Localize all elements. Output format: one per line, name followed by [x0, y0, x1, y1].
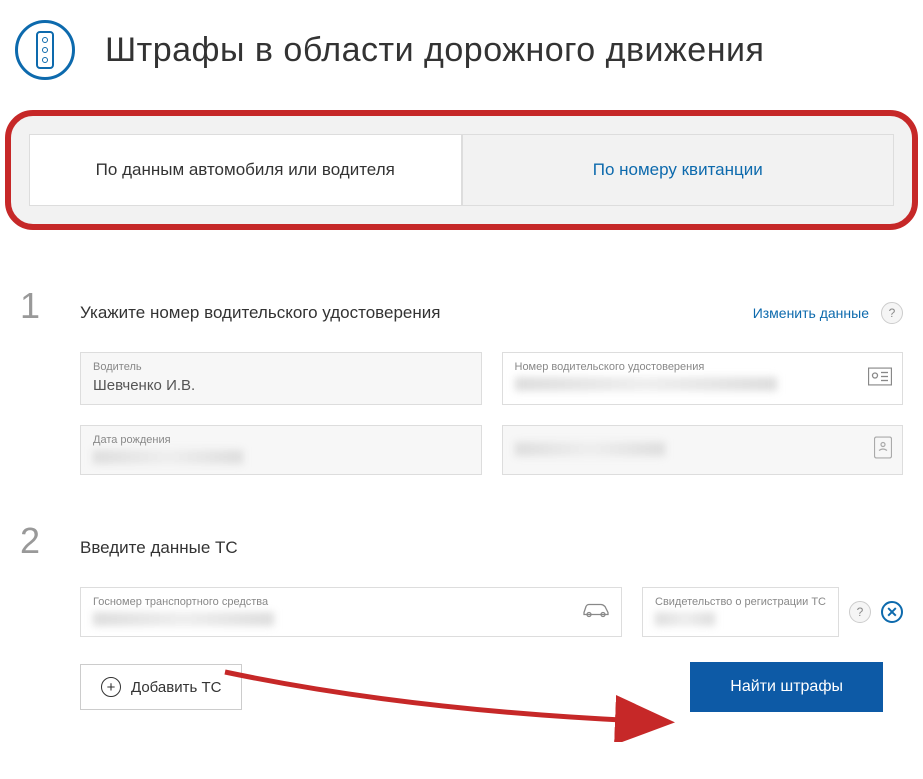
dob-value-blurred — [93, 450, 243, 464]
step2-title: Введите данные ТС — [80, 538, 903, 558]
tabs-container: По данным автомобиля или водителя По ном… — [29, 134, 894, 206]
tabs-highlight-frame: По данным автомобиля или водителя По ном… — [5, 110, 918, 230]
car-icon — [581, 602, 611, 623]
step1-section: 1 Укажите номер водительского удостовере… — [0, 270, 923, 505]
remove-vehicle-icon[interactable]: ✕ — [881, 601, 903, 623]
page-header: Штрафы в области дорожного движения — [0, 0, 923, 110]
cert-label: Свидетельство о регистрации ТС — [655, 596, 826, 608]
traffic-light-icon — [15, 20, 75, 80]
cert-field[interactable]: Свидетельство о регистрации ТС — [642, 587, 839, 637]
dob-label: Дата рождения — [93, 434, 469, 446]
extra-value-blurred — [515, 442, 665, 456]
tab-by-vehicle[interactable]: По данным автомобиля или водителя — [29, 134, 462, 206]
id-card-icon — [868, 367, 892, 390]
driver-label: Водитель — [93, 361, 469, 373]
step2-section: 2 Введите данные ТС Госномер транспортно… — [0, 505, 923, 722]
plate-label: Госномер транспортного средства — [93, 596, 609, 608]
plate-value-blurred — [93, 612, 274, 626]
cert-help-icon[interactable]: ? — [849, 601, 871, 623]
change-data-link[interactable]: Изменить данные — [753, 305, 869, 321]
plate-field[interactable]: Госномер транспортного средства — [80, 587, 622, 637]
add-vehicle-button[interactable]: + Добавить ТС — [80, 664, 242, 710]
step1-title: Укажите номер водительского удостоверени… — [80, 303, 718, 323]
page-title: Штрафы в области дорожного движения — [105, 31, 764, 70]
document-icon — [874, 437, 892, 464]
driver-name-field[interactable]: Водитель Шевченко И.В. — [80, 352, 482, 405]
help-icon[interactable]: ? — [881, 302, 903, 324]
step2-number: 2 — [20, 520, 45, 562]
add-vehicle-label: Добавить ТС — [131, 679, 221, 696]
extra-field[interactable] — [502, 425, 904, 475]
cert-value-blurred — [655, 612, 715, 626]
driver-value: Шевченко И.В. — [93, 377, 469, 394]
step1-number: 1 — [20, 285, 45, 327]
license-label: Номер водительского удостоверения — [515, 361, 891, 373]
find-fines-button[interactable]: Найти штрафы — [690, 662, 883, 712]
dob-field[interactable]: Дата рождения — [80, 425, 482, 475]
tab-by-receipt[interactable]: По номеру квитанции — [462, 134, 895, 206]
license-number-field[interactable]: Номер водительского удостоверения — [502, 352, 904, 405]
license-value-blurred — [515, 377, 778, 391]
plus-icon: + — [101, 677, 121, 697]
